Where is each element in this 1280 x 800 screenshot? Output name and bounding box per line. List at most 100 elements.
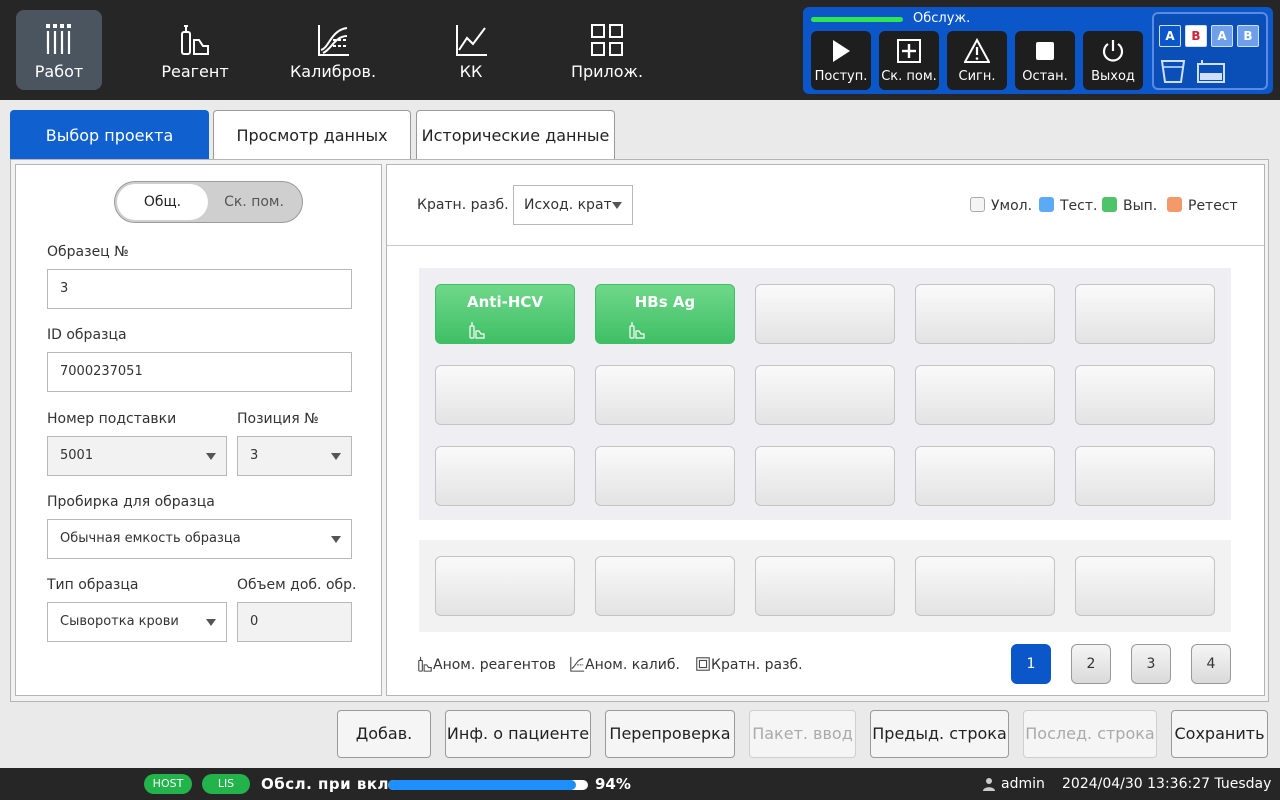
test-tile-empty[interactable]	[1075, 446, 1215, 506]
calibration-icon	[570, 656, 585, 672]
test-tile-hbsag[interactable]: HBs Ag	[595, 284, 735, 344]
nav-qc-label: КК	[459, 62, 483, 81]
warning-icon	[964, 38, 990, 63]
add-volume-field[interactable]: 0	[237, 602, 352, 642]
play-icon	[833, 40, 850, 62]
legend-dilution-label: Кратн. разб.	[711, 657, 803, 673]
dilution-label: Кратн. разб.	[417, 197, 509, 213]
reagent-status-box[interactable]: A B A B	[1152, 12, 1268, 90]
nav-qc[interactable]: КК	[428, 10, 514, 90]
save-button[interactable]: Сохранить	[1171, 710, 1268, 758]
test-tile-empty[interactable]	[595, 556, 735, 616]
test-tile-empty[interactable]	[755, 446, 895, 506]
toggle-stat[interactable]: Ск. пом.	[208, 184, 300, 220]
reagent-icon	[418, 656, 432, 672]
batch-input-button[interactable]: Пакет. ввод	[749, 710, 856, 758]
nav-reagent[interactable]: Реагент	[152, 10, 238, 90]
qc-chart-icon	[456, 25, 487, 56]
test-tile-empty[interactable]	[755, 284, 895, 344]
sample-tube-label: Пробирка для образца	[47, 494, 215, 510]
control-panel: Обслуж. Поступ. Ск. пом. Сигн. Остан. Вы…	[803, 7, 1273, 94]
stop-icon	[1036, 42, 1054, 60]
chevron-down-icon	[331, 536, 341, 543]
chevron-down-icon	[331, 453, 341, 460]
test-tile-empty[interactable]	[915, 365, 1055, 425]
legend-retest: Ретест	[1167, 197, 1238, 214]
test-tile-empty[interactable]	[435, 556, 575, 616]
legend-retest-label: Ретест	[1188, 198, 1238, 214]
test-tile-empty[interactable]	[915, 446, 1055, 506]
test-tile-anti-hcv[interactable]: Anti-HCV	[435, 284, 575, 344]
position-no-label: Позиция №	[237, 411, 319, 427]
datetime: 2024/04/30 13:36:27 Tuesday	[1062, 776, 1272, 792]
status-bar: HOST LIS Обсл. при вкл. 94% admin 2024/0…	[0, 768, 1280, 800]
current-user: admin	[1001, 776, 1045, 792]
dilution-value: Исход. крат	[524, 197, 612, 213]
tab-data-view[interactable]: Просмотр данных	[213, 110, 411, 159]
legend-calib-abnormal-label: Аном. калиб.	[585, 657, 680, 673]
previous-row-button[interactable]: Предыд. строка	[870, 710, 1009, 758]
test-tile-empty[interactable]	[595, 446, 735, 506]
test-tile-empty[interactable]	[755, 365, 895, 425]
host-status-badge: HOST	[144, 774, 192, 794]
sample-id-label: ID образца	[47, 327, 127, 343]
sample-type-value: Сыворотка крови	[60, 614, 179, 629]
test-tile-empty[interactable]	[1075, 556, 1215, 616]
test-tile-empty[interactable]	[915, 284, 1055, 344]
rack-no-select[interactable]: 5001	[47, 436, 227, 476]
test-tile-empty[interactable]	[435, 446, 575, 506]
last-row-button[interactable]: Послед. строка	[1023, 710, 1157, 758]
page-button-2[interactable]: 2	[1071, 644, 1111, 684]
test-tile-empty[interactable]	[755, 556, 895, 616]
dilution-select[interactable]: Исход. крат	[513, 185, 633, 225]
test-tile-empty[interactable]	[1075, 284, 1215, 344]
sample-no-field[interactable]: 3	[47, 269, 352, 309]
legend-done-label: Вып.	[1123, 198, 1158, 214]
page-button-3[interactable]: 3	[1131, 644, 1171, 684]
legend-dilution: Кратн. разб.	[695, 656, 803, 673]
nav-apps[interactable]: Прилож.	[564, 10, 650, 90]
maintenance-label: Обслуж.	[913, 11, 971, 26]
test-tile-empty[interactable]	[1075, 365, 1215, 425]
stat-button[interactable]: Ск. пом.	[879, 31, 939, 90]
chevron-down-icon	[206, 619, 216, 626]
test-tile-empty[interactable]	[435, 365, 575, 425]
test-tile-empty[interactable]	[595, 365, 735, 425]
legend-swatch	[1039, 197, 1054, 212]
substrate-a-slot: A	[1159, 25, 1181, 47]
load-button-label: Поступ.	[814, 69, 868, 84]
tab-history[interactable]: Исторические данные	[416, 110, 615, 159]
nav-run[interactable]: Работ	[16, 10, 102, 90]
page-button-1[interactable]: 1	[1011, 644, 1051, 684]
legend-reagent-abnormal: Аном. реагентов	[417, 656, 556, 673]
run-icon	[46, 24, 71, 54]
lis-status-badge: LIS	[202, 774, 250, 794]
waste-bin-icon	[1160, 60, 1186, 83]
recheck-button[interactable]: Перепроверка	[605, 710, 735, 758]
test-tile-empty[interactable]	[915, 556, 1055, 616]
substrate-b-slot: B	[1185, 25, 1207, 47]
add-volume-label: Объем доб. обр.	[237, 577, 357, 593]
toggle-routine[interactable]: Общ.	[117, 184, 208, 220]
tab-project-select[interactable]: Выбор проекта	[10, 110, 209, 159]
sample-mode-toggle[interactable]: Общ. Ск. пом.	[114, 181, 303, 223]
add-button[interactable]: Добав.	[337, 710, 431, 758]
load-button[interactable]: Поступ.	[811, 31, 871, 90]
nav-calibration[interactable]: Калибров.	[288, 10, 378, 90]
position-no-select[interactable]: 3	[237, 436, 352, 476]
sample-tube-select[interactable]: Обычная емкость образца	[47, 519, 352, 559]
stop-button[interactable]: Остан.	[1015, 31, 1075, 90]
sample-id-field[interactable]: 7000237051	[47, 352, 352, 392]
legend-swatch	[1102, 197, 1117, 212]
exit-button[interactable]: Выход	[1083, 31, 1143, 90]
page-button-4[interactable]: 4	[1191, 644, 1231, 684]
sample-no-label: Образец №	[47, 244, 129, 260]
top-navigation-bar: Работ Реагент Калибров. КК Прилож. Обслу…	[0, 0, 1280, 100]
patient-info-button[interactable]: Инф. о пациенте	[445, 710, 591, 758]
nav-calibration-label: Калибров.	[289, 62, 377, 81]
alarm-button[interactable]: Сигн.	[947, 31, 1007, 90]
nav-apps-label: Прилож.	[570, 62, 644, 81]
legend-reagent-abnormal-label: Аном. реагентов	[433, 657, 556, 673]
sample-type-select[interactable]: Сыворотка крови	[47, 602, 227, 642]
test-name: Anti-HCV	[467, 293, 543, 311]
